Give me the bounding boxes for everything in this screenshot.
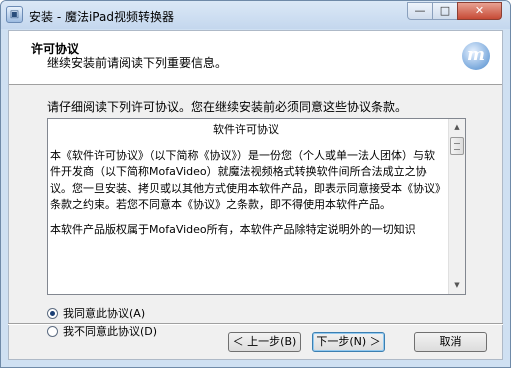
- wizard-panel: 许可协议 继续安装前请阅读下列重要信息。 m 请仔细阅读下列许可协议。您在继续安…: [8, 30, 503, 360]
- window-title: 安装 - 魔法iPad视频转换器: [29, 10, 174, 24]
- accept-option[interactable]: 我同意此协议(A): [47, 305, 145, 321]
- footer-divider: [8, 323, 503, 325]
- next-button[interactable]: 下一步(N) ＞: [312, 332, 385, 352]
- mofa-logo-icon: m: [462, 42, 490, 70]
- accept-radio[interactable]: [47, 307, 58, 319]
- license-paragraph: 本软件产品版权属于MofaVideo所有，本软件产品除特定说明外的一切知识: [50, 222, 416, 236]
- scroll-thumb[interactable]: [450, 137, 464, 155]
- maximize-button[interactable]: □: [432, 2, 458, 20]
- wizard-header: 许可协议 继续安装前请阅读下列重要信息。 m: [9, 31, 502, 85]
- license-scrollbar[interactable]: ▲ ▼: [448, 119, 465, 294]
- installer-app-icon: ▣: [6, 6, 23, 23]
- minimize-button[interactable]: —: [407, 2, 433, 20]
- license-title: 软件许可协议: [213, 123, 279, 136]
- decline-radio[interactable]: [47, 325, 58, 337]
- scroll-up-arrow-icon[interactable]: ▲: [449, 119, 465, 136]
- back-button[interactable]: ＜ 上一步(B): [228, 332, 301, 352]
- license-content: 软件许可协议 本《软件许可协议》（以下简称《协议》）是一份您（个人或单一法人团体…: [50, 122, 442, 246]
- license-paragraph: 本《软件许可协议》（以下简称《协议》）是一份您（个人或单一法人团体）与软件开发商…: [50, 148, 441, 212]
- title-bar[interactable]: ▣ 安装 - 魔法iPad视频转换器 — □ ✕: [1, 1, 510, 29]
- decline-option[interactable]: 我不同意此协议(D): [47, 323, 157, 339]
- close-button[interactable]: ✕: [457, 2, 502, 20]
- installer-window: ▣ 安装 - 魔法iPad视频转换器 — □ ✕ 许可协议 继续安装前请阅读下列…: [0, 0, 511, 368]
- license-textbox[interactable]: 软件许可协议 本《软件许可协议》（以下简称《协议》）是一份您（个人或单一法人团体…: [47, 118, 466, 295]
- page-subtitle: 继续安装前请阅读下列重要信息。: [47, 56, 228, 70]
- decline-label[interactable]: 我不同意此协议(D): [63, 323, 157, 339]
- cancel-button[interactable]: 取消: [414, 332, 487, 352]
- license-intro-text: 请仔细阅读下列许可协议。您在继续安装前必须同意这些协议条款。: [47, 100, 408, 114]
- accept-label[interactable]: 我同意此协议(A): [63, 305, 145, 321]
- scroll-down-arrow-icon[interactable]: ▼: [449, 277, 465, 294]
